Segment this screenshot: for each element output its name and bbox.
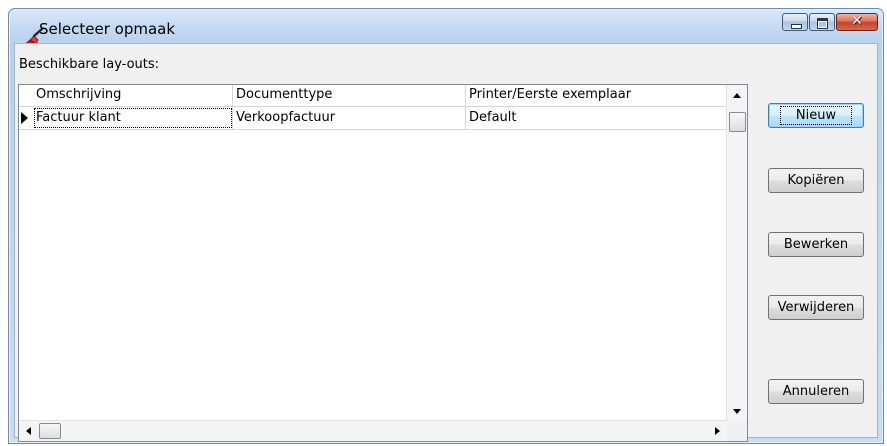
close-button[interactable]: ✕ [836,13,878,31]
cancel-button[interactable]: Annuleren [768,379,864,404]
minimize-icon [791,24,802,29]
scroll-down-icon[interactable] [733,409,741,414]
scrollbar-corner [727,421,747,441]
table-row[interactable]: Factuur klant Verkoopfactuur Default [19,107,727,130]
caption-buttons: ✕ [782,13,878,31]
close-icon: ✕ [851,13,863,29]
horizontal-scroll-thumb[interactable] [39,423,61,439]
dialog-window: Selecteer opmaak ✕ Beschikbare lay-outs:… [8,8,884,444]
copy-button[interactable]: Kopiëren [768,168,864,193]
delete-button[interactable]: Verwijderen [768,295,864,320]
column-header-documenttype[interactable]: Documenttype [233,85,466,106]
maximize-button[interactable] [809,13,835,31]
scroll-left-icon[interactable] [26,427,31,435]
vertical-scrollbar[interactable] [726,85,747,422]
vertical-scroll-thumb[interactable] [729,112,746,132]
edit-button[interactable]: Bewerken [768,232,864,257]
maximize-icon [817,18,828,29]
column-header-printer[interactable]: Printer/Eerste exemplaar [466,85,727,106]
new-button-label: Nieuw [779,106,853,125]
layouts-grid[interactable]: Omschrijving Documenttype Printer/Eerste… [18,84,748,442]
layouts-label: Beschikbare lay-outs: [19,57,160,72]
current-row-indicator-icon [21,112,28,124]
cell-omschrijving[interactable]: Factuur klant [33,107,233,129]
new-button[interactable]: Nieuw [768,103,864,128]
grid-header: Omschrijving Documenttype Printer/Eerste… [19,85,727,107]
horizontal-scrollbar[interactable] [19,420,727,441]
minimize-button[interactable] [782,13,808,31]
cell-printer[interactable]: Default [466,107,727,129]
window-title: Selecteer opmaak [39,20,176,38]
cell-documenttype[interactable]: Verkoopfactuur [233,107,466,129]
dialog-client-area: Beschikbare lay-outs: Omschrijving Docum… [14,43,878,442]
scroll-up-icon[interactable] [733,93,741,98]
column-header-omschrijving[interactable]: Omschrijving [33,85,233,106]
scroll-right-icon[interactable] [715,427,720,435]
